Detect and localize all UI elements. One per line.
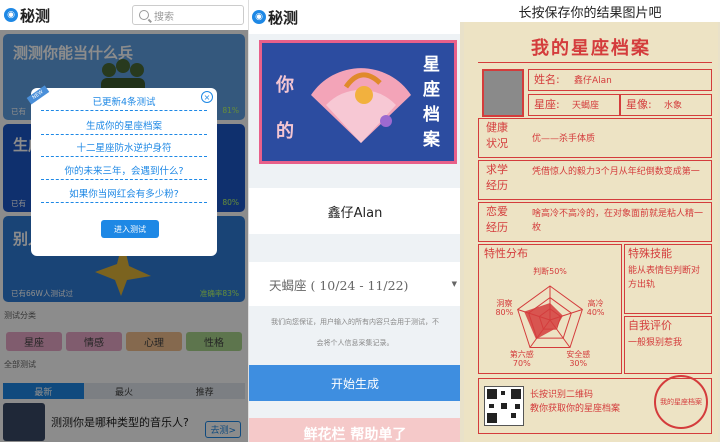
study-label-line: 经历 bbox=[486, 179, 508, 192]
search-icon bbox=[139, 10, 149, 20]
radar-label: 洞察 80% bbox=[495, 298, 513, 317]
qr-caption-line: 教你获取你的星座档案 bbox=[530, 404, 621, 414]
title-divider bbox=[478, 62, 712, 63]
app-screen-form: ◉ 秘测 你 的 星 座 档 案 鑫仔Alan 天蝎座 ( 10/24 - 11… bbox=[248, 0, 460, 442]
result-screen: 长按保存你的结果图片吧 我的星座档案 姓名: 鑫仔Alan 星座: 天蝎座 星像… bbox=[460, 0, 720, 442]
self-eval-label: 自我评价 bbox=[628, 319, 672, 332]
privacy-note: 我们向您保证，用户输入的所有内容只会用于测试，不 会将个人信息采集记录。 bbox=[253, 312, 457, 354]
seal-stamp: 我的星座档案 bbox=[654, 375, 708, 429]
modal-test-link[interactable]: 如果你当网红会有多少粉? bbox=[41, 186, 207, 203]
enter-test-button[interactable]: 进入测试 bbox=[101, 220, 159, 238]
sign-value: 天蝎座 bbox=[572, 101, 600, 111]
qr-code-pattern bbox=[487, 389, 521, 423]
radar-area bbox=[524, 303, 563, 340]
skill-value: 能从表情包判断对方出轨 bbox=[628, 266, 701, 290]
name-value: 鑫仔Alan bbox=[574, 76, 612, 86]
modal-heading: 已更新4条测试 bbox=[41, 94, 207, 111]
self-eval-value: 一般狠别惹我 bbox=[628, 338, 683, 348]
banner-char: 案 bbox=[423, 130, 440, 150]
radar-label: 安全感 30% bbox=[566, 349, 590, 368]
sign-label: 星座: bbox=[534, 98, 560, 111]
result-title: 我的星座档案 bbox=[531, 38, 651, 59]
love-label-line: 恋爱 bbox=[486, 205, 508, 218]
love-label: 恋爱 经历 bbox=[486, 204, 508, 236]
logo-text: 秘测 bbox=[268, 8, 299, 27]
name-label: 姓名: bbox=[534, 73, 560, 86]
save-hint: 长按保存你的结果图片吧 bbox=[460, 0, 720, 22]
constellation-select[interactable]: 天蝎座 ( 10/24 - 11/22) ▼ bbox=[249, 262, 460, 306]
banner-right-text: 星 座 档 案 bbox=[423, 53, 440, 153]
banner-char: 星 bbox=[423, 55, 440, 75]
love-label-line: 经历 bbox=[486, 221, 508, 234]
start-generate-button[interactable]: 开始生成 bbox=[249, 365, 460, 401]
radar-label: 判断50% bbox=[533, 266, 567, 276]
study-label: 求学 经历 bbox=[486, 162, 508, 194]
qr-code[interactable] bbox=[484, 386, 524, 426]
modal-test-link[interactable]: 生成你的星座档案 bbox=[41, 118, 207, 135]
privacy-note-line: 会将个人信息采集记录。 bbox=[316, 339, 394, 347]
qr-caption: 长按识别二维码 教你获取你的星座档案 bbox=[530, 388, 620, 416]
traits-radar-chart: 判断50% 高冷 40% 安全感 30% 第六感 70% 洞察 80% bbox=[495, 266, 605, 368]
modal-test-link[interactable]: 十二星座防水逆护身符 bbox=[41, 140, 207, 157]
logo-icon: ◉ bbox=[252, 10, 266, 24]
dropdown-arrow-icon: ▼ bbox=[451, 280, 457, 288]
app-logo[interactable]: ◉ 秘测 bbox=[4, 5, 50, 26]
banner-left-text: 你 的 bbox=[276, 63, 294, 155]
banner-char: 的 bbox=[276, 121, 294, 142]
image-label: 星像: bbox=[626, 98, 652, 111]
select-value: 天蝎座 ( 10/24 - 11/22) bbox=[269, 277, 409, 293]
radar-label: 第六感 70% bbox=[510, 349, 534, 368]
banner-char: 座 bbox=[423, 80, 440, 100]
app-screen-home: ◉ 秘测 搜索 测测你能当什么兵 已有 81% 生成 已有 80% 别人 已有6… bbox=[0, 0, 248, 442]
name-input[interactable]: 鑫仔Alan bbox=[249, 188, 460, 234]
study-value: 凭借惊人的毅力3个月从年纪倒数变成第一 bbox=[532, 167, 700, 177]
health-value: 优——杀手体质 bbox=[532, 134, 596, 144]
privacy-note-line: 我们向您保证，用户输入的所有内容只会用于测试，不 bbox=[271, 318, 439, 326]
logo-text: 秘测 bbox=[20, 6, 51, 25]
modal-test-link[interactable]: 你的未来三年，会遇到什么? bbox=[41, 163, 207, 180]
health-label-line: 健康 bbox=[486, 121, 508, 134]
banner-char: 档 bbox=[423, 105, 440, 125]
skill-label: 特殊技能 bbox=[628, 247, 672, 260]
study-label-line: 求学 bbox=[486, 163, 508, 176]
love-value: 啥高冷不高冷的，在对象面前就是粘人精一枚 bbox=[532, 209, 704, 233]
qr-caption-line: 长按识别二维码 bbox=[530, 390, 594, 400]
bottom-banner[interactable]: 鲜花栏 帮助单了 bbox=[249, 418, 460, 442]
avatar bbox=[482, 69, 524, 117]
fan-illustration bbox=[311, 68, 411, 143]
health-label: 健康 状况 bbox=[486, 120, 508, 152]
update-modal: NEW × 已更新4条测试 生成你的星座档案 十二星座防水逆护身符 你的未来三年… bbox=[26, 85, 217, 256]
search-input[interactable]: 搜索 bbox=[132, 5, 244, 25]
result-card: 我的星座档案 姓名: 鑫仔Alan 星座: 天蝎座 星像: 水象 健康 状况 优… bbox=[464, 22, 718, 442]
image-value: 水象 bbox=[664, 101, 683, 111]
logo-icon: ◉ bbox=[4, 8, 18, 22]
app-logo[interactable]: ◉ 秘测 bbox=[252, 7, 298, 28]
search-placeholder: 搜索 bbox=[154, 11, 174, 23]
constellation-banner: 你 的 星 座 档 案 bbox=[259, 40, 457, 164]
health-label-line: 状况 bbox=[486, 137, 508, 150]
top-bar: ◉ 秘测 bbox=[249, 0, 460, 34]
top-bar: ◉ 秘测 搜索 bbox=[0, 0, 248, 30]
radar-label: 高冷 40% bbox=[587, 298, 605, 317]
banner-char: 你 bbox=[276, 75, 294, 96]
